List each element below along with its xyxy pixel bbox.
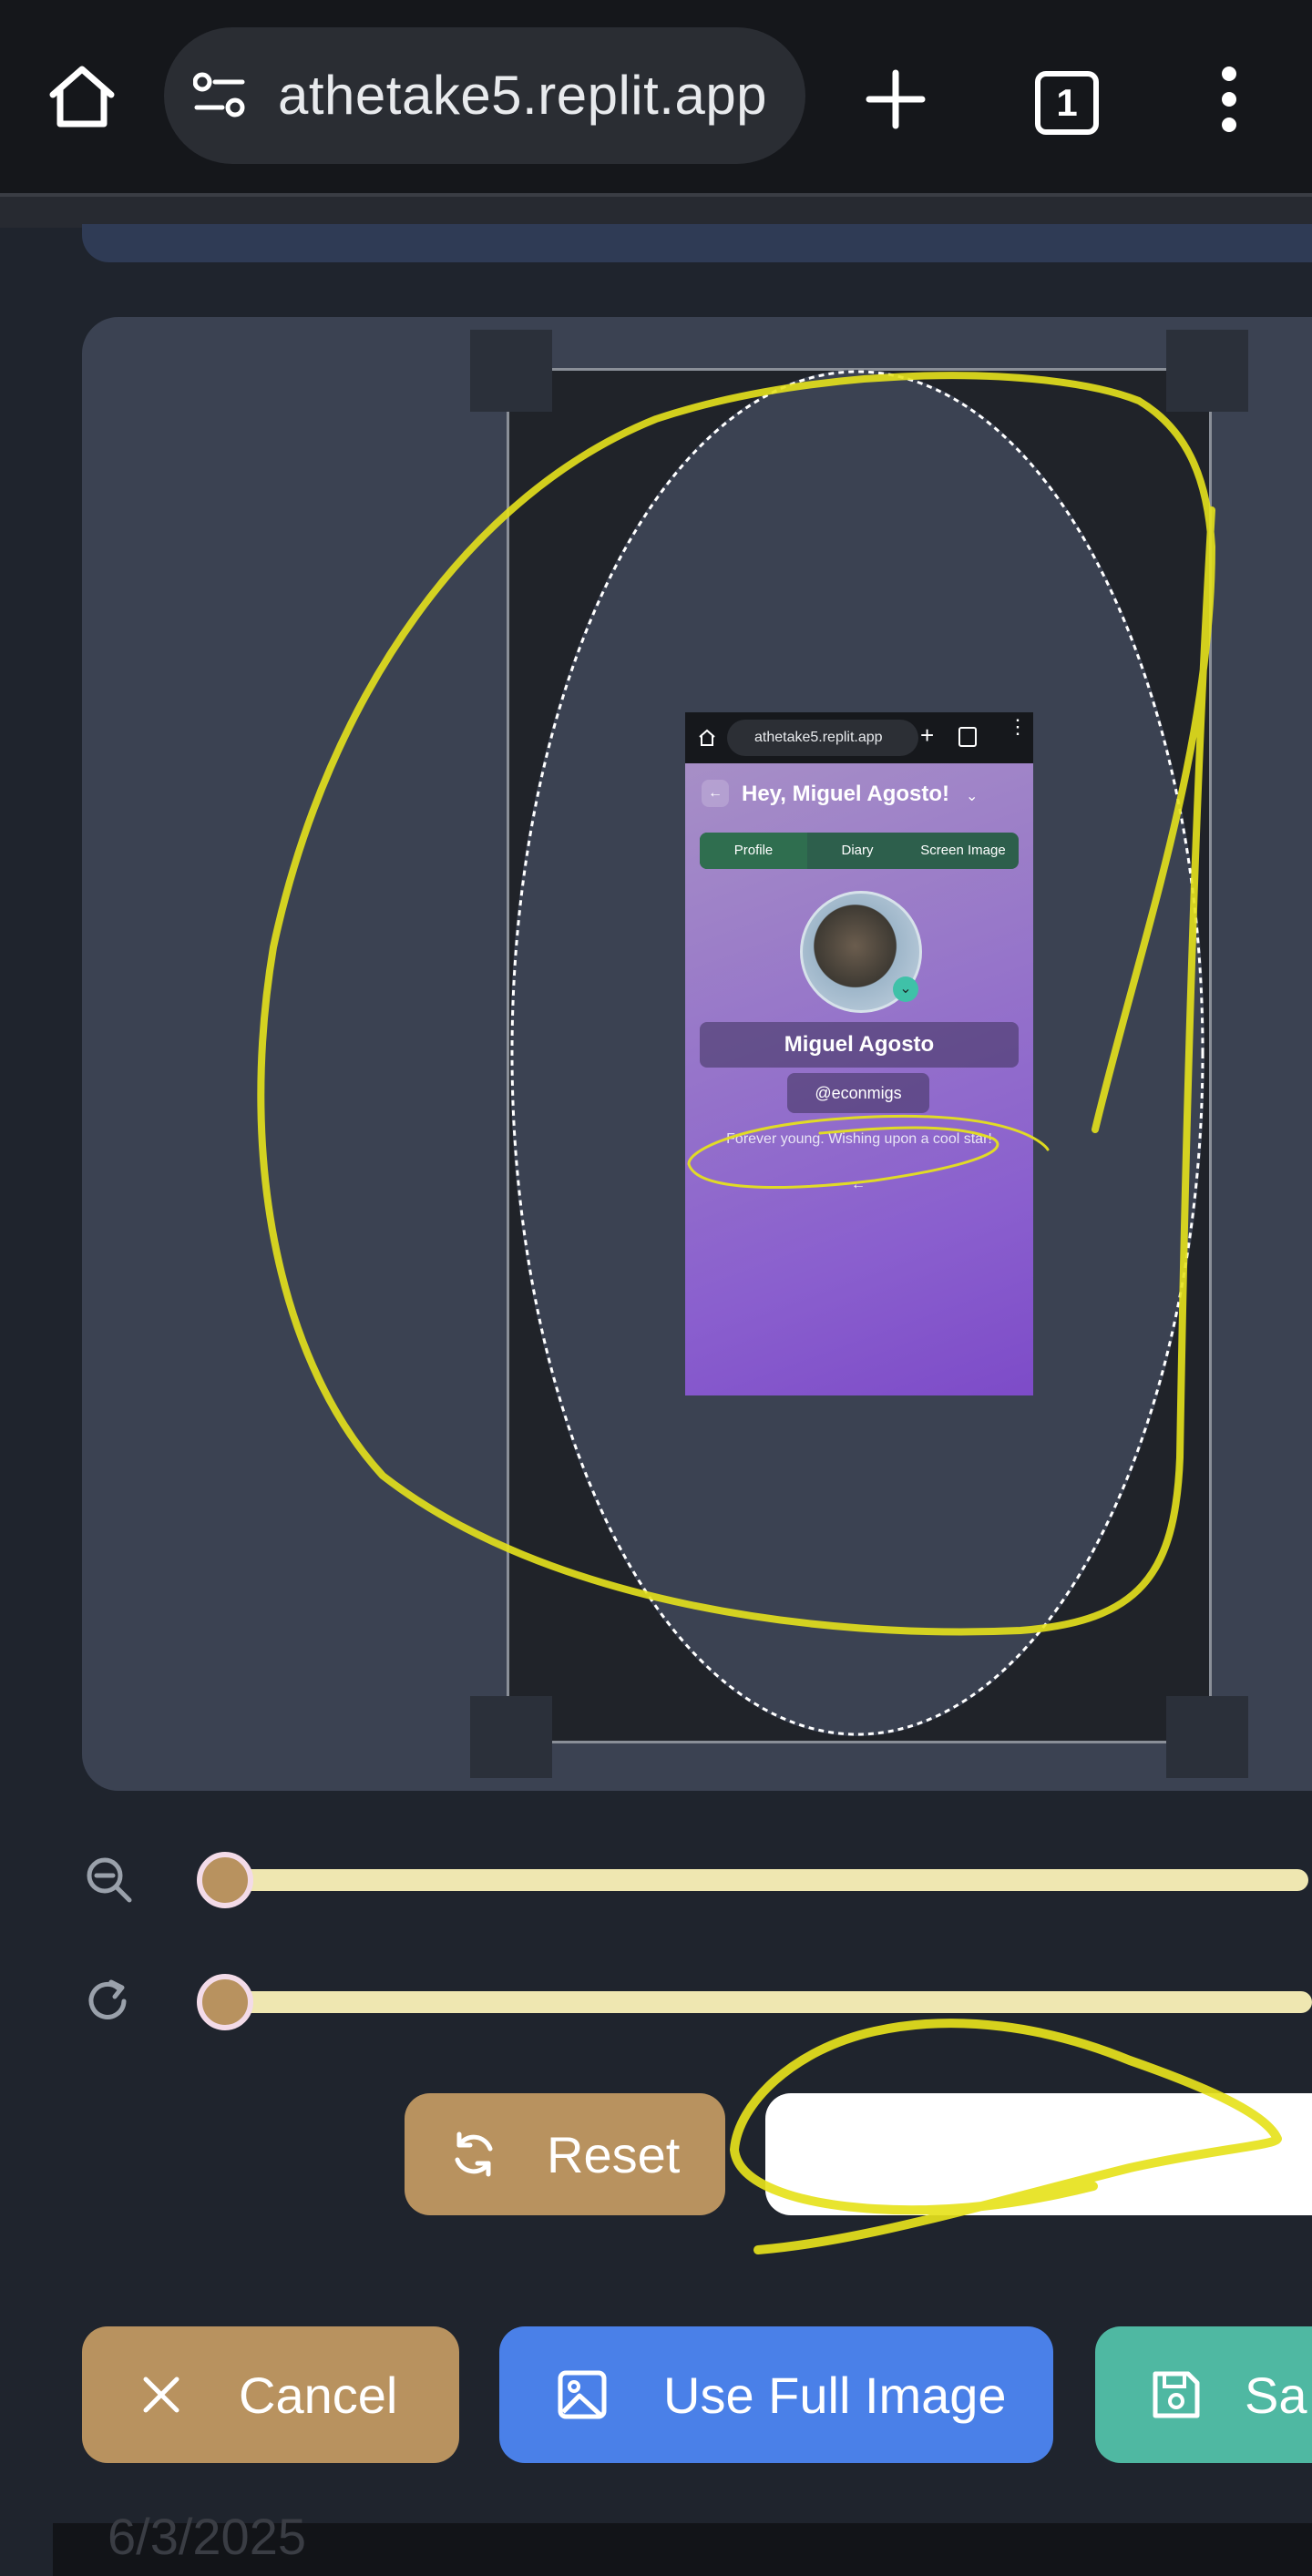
tab-count-icon[interactable]: 1 bbox=[1035, 71, 1099, 135]
toolbar-divider bbox=[0, 193, 1312, 228]
use-full-image-button[interactable]: Use Full Image bbox=[499, 2326, 1053, 2463]
rotate-slider-knob[interactable] bbox=[197, 1974, 253, 2030]
preview-arrow-icon: ← bbox=[851, 1177, 866, 1192]
save-icon bbox=[1153, 2371, 1200, 2418]
crop-handle-bottom-right[interactable] bbox=[1166, 1696, 1248, 1778]
refresh-icon bbox=[455, 2131, 493, 2177]
save-button-label: Sa bbox=[1245, 2366, 1307, 2424]
preview-home-icon bbox=[699, 729, 715, 746]
rotate-slider-track[interactable] bbox=[208, 1991, 1312, 2013]
preview-back-icon: ← bbox=[702, 780, 729, 807]
preview-profile-handle: @econmigs bbox=[787, 1073, 929, 1113]
zoom-out-icon bbox=[87, 1857, 132, 1903]
reset-button[interactable]: Reset bbox=[405, 2093, 725, 2215]
plus-icon[interactable] bbox=[866, 69, 926, 129]
preview-browser-bar: athetake5.replit.app + ⋮ bbox=[685, 712, 1033, 763]
preview-profile-bio: Forever young. Wishing upon a cool star! bbox=[726, 1131, 992, 1147]
preview-chevron-down-icon: ⌄ bbox=[966, 789, 979, 804]
image-icon bbox=[558, 2370, 607, 2419]
rotate-icon bbox=[88, 1979, 127, 2019]
preview-tab-screen-image: Screen Image bbox=[920, 843, 1006, 858]
zoom-slider-knob[interactable] bbox=[197, 1852, 253, 1908]
date-text: 6/3/2025 bbox=[108, 2508, 306, 2565]
cancel-button[interactable]: Cancel bbox=[82, 2326, 459, 2463]
image-preview: athetake5.replit.app + ⋮ ← Hey, Miguel A… bbox=[685, 712, 1033, 1395]
zoom-slider-track[interactable] bbox=[208, 1869, 1308, 1891]
preview-greeting: Hey, Miguel Agosto! bbox=[742, 782, 949, 806]
browser-toolbar: athetake5.replit.app 1 bbox=[0, 0, 1312, 193]
preview-address-bar: athetake5.replit.app bbox=[727, 720, 918, 756]
address-bar[interactable]: athetake5.replit.app bbox=[164, 27, 805, 164]
page-top-card bbox=[82, 224, 1312, 262]
blank-action-button[interactable] bbox=[765, 2093, 1312, 2215]
crop-handle-bottom-left[interactable] bbox=[470, 1696, 552, 1778]
site-settings-icon[interactable] bbox=[193, 71, 246, 120]
preview-plus-icon: + bbox=[920, 721, 935, 749]
preview-tab-count-icon bbox=[958, 727, 977, 747]
close-icon bbox=[143, 2377, 179, 2413]
preview-avatar-badge-icon: ⌄ bbox=[893, 976, 918, 1002]
reset-button-label: Reset bbox=[547, 2125, 681, 2183]
kebab-menu-icon[interactable] bbox=[1214, 66, 1245, 133]
cancel-button-label: Cancel bbox=[239, 2366, 398, 2424]
preview-tab-profile: Profile bbox=[700, 833, 807, 869]
preview-tab-diary: Diary bbox=[841, 843, 874, 858]
preview-tab-bar: Profile Diary Screen Image bbox=[700, 833, 1019, 869]
save-button[interactable]: Sa bbox=[1095, 2326, 1312, 2463]
crop-handle-top-right[interactable] bbox=[1166, 330, 1248, 412]
url-text: athetake5.replit.app bbox=[278, 65, 768, 126]
preview-kebab-icon: ⋮ bbox=[1008, 715, 1028, 738]
preview-url-text: athetake5.replit.app bbox=[754, 730, 883, 745]
use-full-image-label: Use Full Image bbox=[663, 2366, 1007, 2424]
home-icon[interactable] bbox=[47, 64, 117, 129]
crop-handle-top-left[interactable] bbox=[470, 330, 552, 412]
preview-profile-name: Miguel Agosto bbox=[700, 1022, 1019, 1068]
